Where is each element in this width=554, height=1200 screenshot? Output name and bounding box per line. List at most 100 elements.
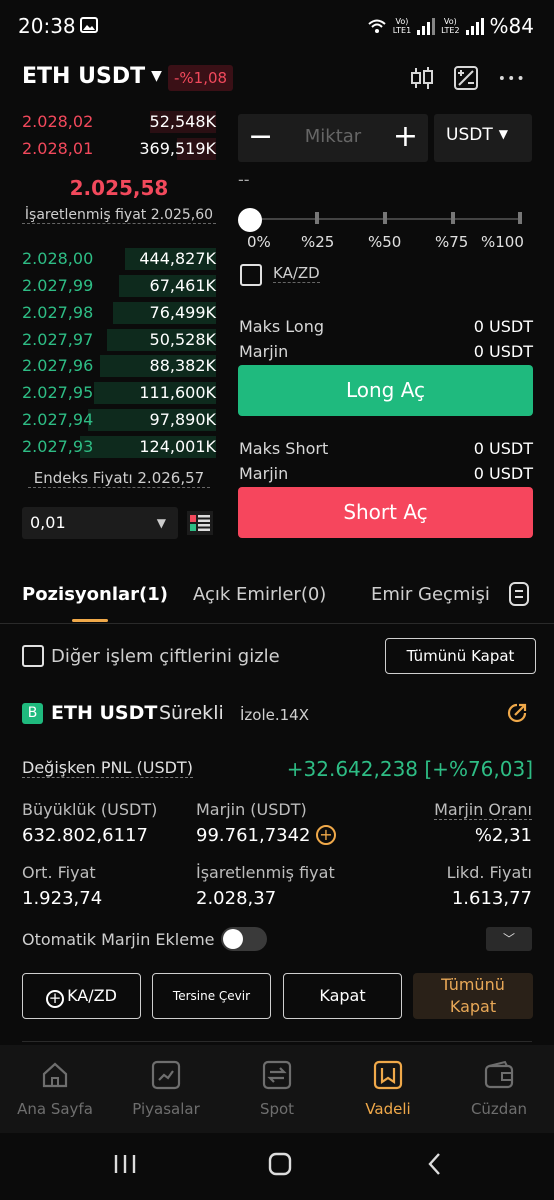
side-badge: B bbox=[22, 703, 43, 724]
tab-positions[interactable]: Pozisyonlar(1) bbox=[22, 584, 168, 605]
close-all-position-button[interactable]: Tümünü Kapat bbox=[413, 973, 533, 1019]
tick-size-select[interactable]: 0,01 ▼ bbox=[22, 507, 178, 539]
ask-row[interactable]: 2.028,02 52,548K bbox=[22, 109, 216, 135]
pair-selector[interactable]: ETH USDT ▼ bbox=[22, 64, 162, 89]
nav-futures[interactable]: Vadeli bbox=[333, 1045, 443, 1133]
nav-label: Cüzdan bbox=[470, 1100, 528, 1118]
candlestick-chart-icon[interactable] bbox=[408, 64, 436, 92]
close-position-button[interactable]: Kapat bbox=[283, 973, 402, 1019]
signal-2-icon bbox=[465, 17, 484, 35]
position-pair[interactable]: ETH USDT bbox=[51, 702, 157, 724]
nav-label: Ana Sayfa bbox=[17, 1100, 93, 1118]
calculator-icon[interactable] bbox=[452, 64, 480, 92]
back-button-icon[interactable] bbox=[425, 1151, 443, 1177]
gallery-notification-icon bbox=[80, 17, 98, 33]
lte1-label: Vo) LTE1 bbox=[392, 17, 412, 35]
bid-price: 2.028,00 bbox=[22, 249, 94, 268]
increase-amount-button[interactable]: + bbox=[393, 120, 418, 154]
bid-row[interactable]: 2.027,97 50,528K bbox=[22, 327, 216, 353]
bid-qty: 124,001K bbox=[139, 437, 216, 456]
bid-price: 2.027,93 bbox=[22, 437, 94, 456]
home-button-icon[interactable] bbox=[267, 1151, 293, 1177]
bottom-nav: Ana Sayfa Piyasalar Spot Vadeli Cüzdan bbox=[0, 1045, 554, 1133]
nav-home[interactable]: Ana Sayfa bbox=[0, 1045, 110, 1133]
spot-icon bbox=[262, 1060, 292, 1090]
more-options-icon[interactable] bbox=[498, 64, 526, 92]
pair-label: ETH USDT bbox=[22, 64, 146, 89]
tpsl-checkbox[interactable] bbox=[240, 264, 262, 286]
bid-row[interactable]: 2.027,96 88,382K bbox=[22, 353, 216, 379]
share-icon[interactable] bbox=[505, 701, 529, 725]
bid-qty: 50,528K bbox=[149, 330, 216, 349]
max-long-row: Maks Long 0 USDT bbox=[239, 317, 533, 336]
bid-price: 2.027,94 bbox=[22, 410, 94, 429]
amount-input-group: − Miktar + bbox=[238, 114, 428, 162]
percent-mark[interactable]: %75 bbox=[435, 233, 468, 251]
hide-other-pairs-label: Diğer işlem çiftlerini gizle bbox=[51, 646, 280, 667]
short-margin-value: 0 USDT bbox=[473, 464, 533, 483]
bid-row[interactable]: 2.027,94 97,890K bbox=[22, 407, 216, 433]
hide-other-pairs-checkbox[interactable] bbox=[22, 645, 44, 667]
position-mode: İzole.14X bbox=[240, 706, 310, 724]
max-short-value: 0 USDT bbox=[473, 439, 533, 458]
bid-price: 2.027,97 bbox=[22, 330, 94, 349]
max-short-label: Maks Short bbox=[239, 439, 329, 458]
close-all-positions-button[interactable]: Tümünü Kapat bbox=[385, 638, 536, 674]
auto-margin-toggle[interactable] bbox=[221, 927, 267, 951]
bid-qty: 444,827K bbox=[139, 249, 216, 268]
add-margin-icon[interactable]: + bbox=[316, 825, 336, 845]
tab-order-history[interactable]: Emir Geçmişi bbox=[371, 584, 490, 605]
long-margin-value: 0 USDT bbox=[473, 342, 533, 361]
bid-row[interactable]: 2.027,93 124,001K bbox=[22, 434, 216, 460]
bid-row[interactable]: 2.028,00 444,827K bbox=[22, 246, 216, 272]
index-price[interactable]: Endeks Fiyatı 2.026,57 bbox=[28, 469, 210, 488]
bid-price: 2.027,95 bbox=[22, 383, 94, 402]
percent-mark[interactable]: %100 bbox=[481, 233, 524, 251]
ask-price: 2.028,01 bbox=[22, 139, 94, 158]
margin-ratio-value: %2,31 bbox=[474, 825, 532, 846]
slider-handle[interactable] bbox=[238, 208, 262, 232]
nav-markets[interactable]: Piyasalar bbox=[111, 1045, 221, 1133]
tab-open-orders[interactable]: Açık Emirler(0) bbox=[193, 584, 326, 605]
section-divider bbox=[22, 1041, 532, 1042]
open-short-button[interactable]: Short Aç bbox=[238, 487, 533, 538]
bid-qty: 67,461K bbox=[149, 276, 216, 295]
nav-wallet[interactable]: Cüzdan bbox=[444, 1045, 554, 1133]
orderbook-view-icon[interactable] bbox=[186, 510, 214, 536]
percent-mark[interactable]: %25 bbox=[301, 233, 334, 251]
tpsl-label: KA/ZD bbox=[273, 264, 320, 283]
slider-step bbox=[451, 212, 455, 224]
mark-price-label: İşaretlenmiş fiyat bbox=[196, 863, 335, 882]
bid-row[interactable]: 2.027,98 76,499K bbox=[22, 300, 216, 326]
margin-ratio-label[interactable]: Marjin Oranı bbox=[434, 800, 532, 820]
nav-spot[interactable]: Spot bbox=[222, 1045, 332, 1133]
pnl-value: +32.642,238 [+%76,03] bbox=[286, 757, 533, 781]
entry-price-value: 1.923,74 bbox=[22, 888, 103, 909]
open-long-button[interactable]: Long Aç bbox=[238, 365, 533, 416]
bid-row[interactable]: 2.027,95 111,600K bbox=[22, 380, 216, 406]
document-list-icon[interactable] bbox=[508, 581, 530, 607]
expand-chevron-icon[interactable]: ﹀ bbox=[486, 927, 532, 951]
short-margin-label: Marjin bbox=[239, 464, 289, 483]
ask-qty: 52,548K bbox=[149, 112, 216, 131]
mark-price-value: 2.028,37 bbox=[196, 888, 277, 909]
mark-price[interactable]: İşaretlenmiş fiyat 2.025,60 bbox=[22, 207, 216, 224]
battery-level: %84 bbox=[489, 14, 534, 38]
position-tpsl-button[interactable]: + KA/ZD bbox=[22, 973, 141, 1019]
bid-qty: 111,600K bbox=[139, 383, 216, 402]
caret-down-icon: ▼ bbox=[156, 516, 166, 530]
system-nav-bar bbox=[0, 1133, 554, 1200]
percent-mark[interactable]: 0% bbox=[247, 233, 271, 251]
wallet-icon bbox=[484, 1060, 514, 1089]
ask-row[interactable]: 2.028,01 369,519K bbox=[22, 136, 216, 162]
percent-mark[interactable]: %50 bbox=[368, 233, 401, 251]
unit-select[interactable]: USDT ▼ bbox=[434, 114, 532, 162]
bid-row[interactable]: 2.027,99 67,461K bbox=[22, 273, 216, 299]
tick-size-value: 0,01 bbox=[30, 513, 66, 532]
slider-step bbox=[518, 212, 522, 224]
reverse-position-button[interactable]: Tersine Çevir bbox=[152, 973, 271, 1019]
size-label: Büyüklük (USDT) bbox=[22, 800, 158, 819]
pnl-label: Değişken PNL (USDT) bbox=[22, 758, 193, 778]
status-bar: 20:38 Vo) LTE1 Vo) LTE2 %84 bbox=[0, 0, 554, 52]
recent-apps-icon[interactable] bbox=[113, 1153, 137, 1175]
